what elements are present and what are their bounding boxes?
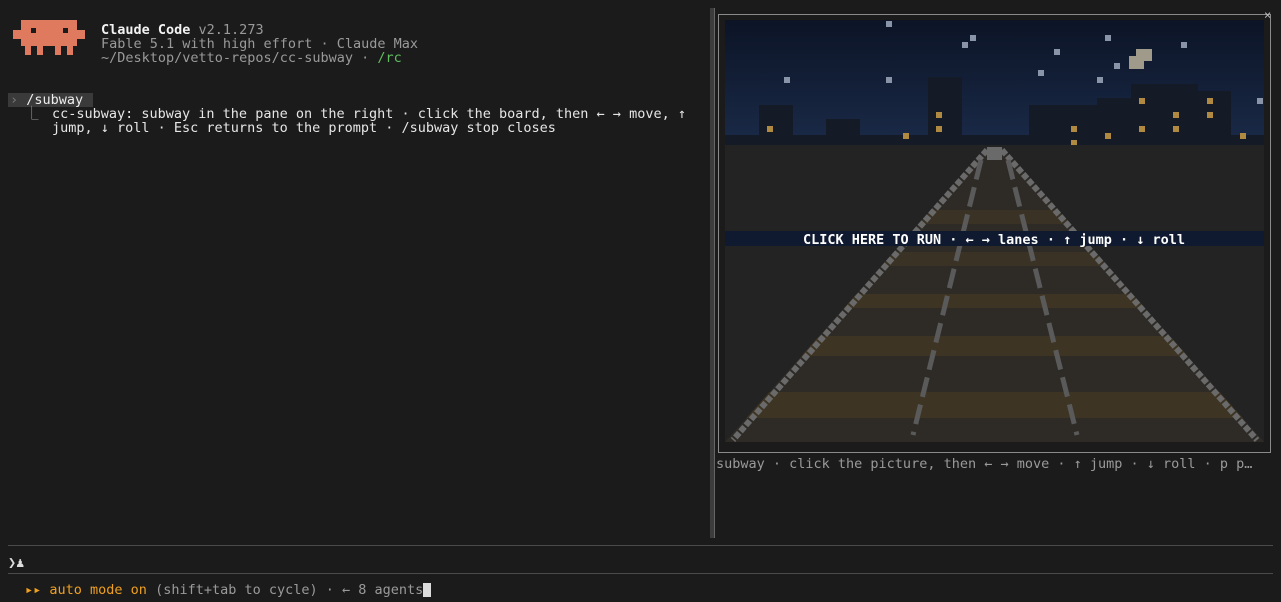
result-line-1: cc-subway: subway in the pane on the rig…: [52, 106, 686, 122]
pane-divider[interactable]: [710, 8, 715, 538]
rc-link[interactable]: /rc: [377, 50, 401, 66]
command-glyph: ›: [10, 92, 19, 108]
fast-forward-icon: ▸▸: [25, 582, 50, 598]
text-cursor: [423, 583, 432, 597]
prompt-caret-icon: ♟: [16, 555, 25, 571]
close-icon[interactable]: ×: [1264, 9, 1271, 21]
prompt-chevron-icon: ❯: [8, 555, 17, 571]
working-directory: ~/Desktop/vetto-repos/cc-subway · /rc: [101, 51, 402, 65]
result-prefix-icon: ⎿: [25, 106, 39, 122]
game-caption: subway · click the picture, then ← → mov…: [716, 456, 1253, 472]
status-bar: ▸▸ auto mode on (shift+tab to cycle) · ←…: [25, 582, 432, 598]
result-line-2: jump, ↓ roll · Esc returns to the prompt…: [52, 120, 556, 136]
path-text: ~/Desktop/vetto-repos/cc-subway ·: [101, 50, 378, 66]
claude-mascot-logo: [13, 20, 85, 55]
model-line: Fable 5.1 with high effort · Claude Max: [101, 36, 418, 52]
app-title-line: Claude Code v2.1.273: [101, 23, 264, 37]
status-hint: (shift+tab to cycle) · ← 8 agents: [146, 582, 424, 598]
input-top-rule: [8, 545, 1273, 546]
input-bottom-rule: [8, 573, 1273, 574]
user-command: › /subway: [8, 92, 94, 108]
subway-game-canvas[interactable]: CLICK HERE TO RUN · ← → lanes · ↑ jump ·…: [725, 20, 1264, 442]
auto-mode-label[interactable]: auto mode on: [49, 582, 147, 598]
input-prompt[interactable]: ❯♟: [8, 556, 24, 570]
run-banner[interactable]: CLICK HERE TO RUN · ← → lanes · ↑ jump ·…: [803, 232, 1185, 248]
